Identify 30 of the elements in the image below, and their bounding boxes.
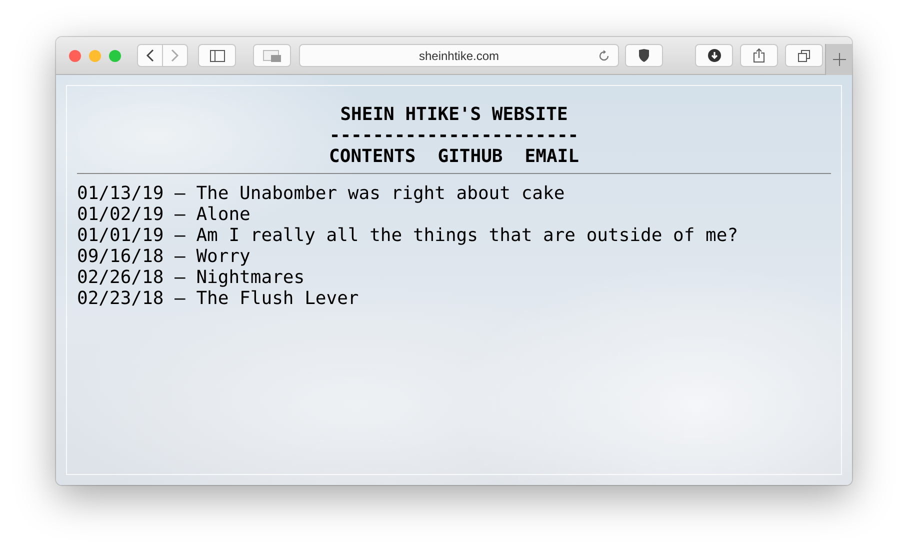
- picture-in-picture-button[interactable]: [253, 44, 291, 67]
- post-link[interactable]: 09/16/18 – Worry: [77, 246, 250, 267]
- nav-link[interactable]: GITHUB: [438, 146, 503, 167]
- post-link[interactable]: 02/23/18 – The Flush Lever: [77, 288, 359, 309]
- chevron-right-icon: [171, 49, 179, 62]
- new-tab-button[interactable]: [825, 44, 852, 75]
- back-button[interactable]: [137, 44, 163, 67]
- picture-in-picture-icon: [263, 50, 281, 62]
- shield-icon: [638, 49, 650, 62]
- site-title: SHEIN HTIKE'S WEBSITE: [340, 104, 568, 125]
- chevron-left-icon: [146, 49, 154, 62]
- post-link[interactable]: 01/02/19 – Alone: [77, 204, 250, 225]
- nav-link[interactable]: EMAIL: [524, 146, 579, 167]
- sidebar-icon: [210, 50, 224, 62]
- share-button[interactable]: [740, 44, 778, 67]
- plus-icon: [832, 53, 846, 66]
- address-bar[interactable]: sheinhtike.com: [299, 44, 619, 67]
- tabs-icon: [798, 50, 810, 62]
- nav-link[interactable]: CONTENTS: [329, 146, 416, 167]
- sidebar-button[interactable]: [198, 44, 236, 67]
- post-link[interactable]: 01/13/19 – The Unabomber was right about cake: [77, 183, 565, 204]
- downloads-button[interactable]: [695, 44, 733, 67]
- post-link[interactable]: 02/26/18 – Nightmares: [77, 267, 305, 288]
- download-icon: [708, 49, 720, 62]
- title-underline: -----------------------: [329, 125, 579, 146]
- tabs-button[interactable]: [785, 44, 823, 67]
- reload-icon: [598, 50, 610, 62]
- share-icon: [753, 48, 765, 63]
- extension-button[interactable]: [625, 44, 663, 67]
- post-link[interactable]: 01/01/19 – Am I really all the things that are outside of me?: [77, 225, 738, 246]
